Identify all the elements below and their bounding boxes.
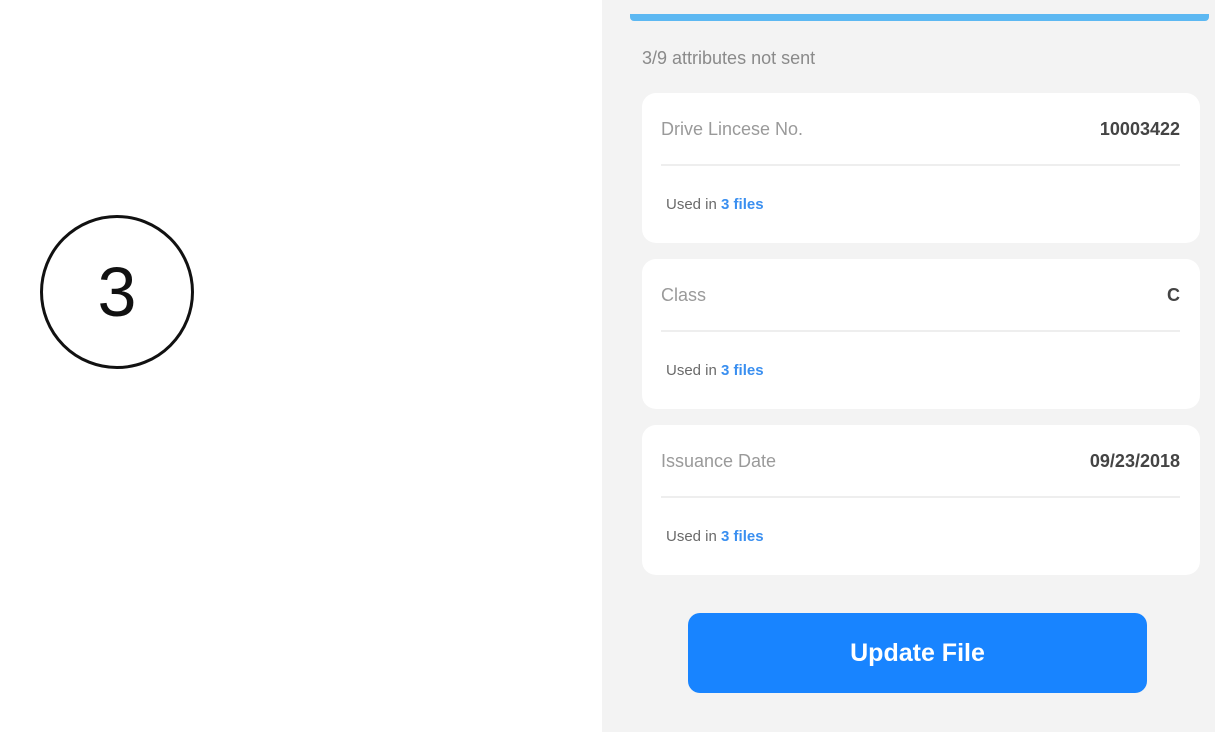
attribute-card-class: Class C Used in 3 files (642, 259, 1200, 409)
update-file-button[interactable]: Update File (688, 613, 1147, 693)
attribute-card-issuance-date: Issuance Date 09/23/2018 Used in 3 files (642, 425, 1200, 575)
step-number: 3 (97, 253, 137, 331)
header-accent-bar (630, 14, 1209, 21)
usage-files-link[interactable]: 3 files (721, 528, 764, 545)
usage-prefix: Used in (666, 362, 722, 379)
usage-prefix: Used in (666, 528, 722, 545)
card-divider (661, 330, 1180, 332)
usage-files-link[interactable]: 3 files (721, 196, 764, 213)
attribute-usage: Used in 3 files (666, 362, 764, 379)
attribute-label: Drive Lincese No. (661, 119, 804, 139)
attribute-label: Class (661, 285, 707, 305)
attribute-label: Issuance Date (661, 451, 777, 471)
card-divider (661, 164, 1180, 166)
attribute-card-license-number: Drive Lincese No. 10003422 Used in 3 fil… (642, 93, 1200, 243)
attribute-value: 10003422 (1099, 119, 1180, 139)
attributes-status-text: 3/9 attributes not sent (642, 48, 816, 68)
attribute-value: C (1167, 285, 1180, 305)
usage-prefix: Used in (666, 196, 722, 213)
attribute-usage: Used in 3 files (666, 196, 764, 213)
attribute-usage: Used in 3 files (666, 528, 764, 545)
usage-files-link[interactable]: 3 files (721, 362, 764, 379)
attribute-value: 09/23/2018 (1089, 451, 1180, 471)
attributes-panel: 3/9 attributes not sent Drive Lincese No… (602, 0, 1215, 732)
card-divider (661, 496, 1180, 498)
step-number-badge: 3 (40, 215, 194, 369)
